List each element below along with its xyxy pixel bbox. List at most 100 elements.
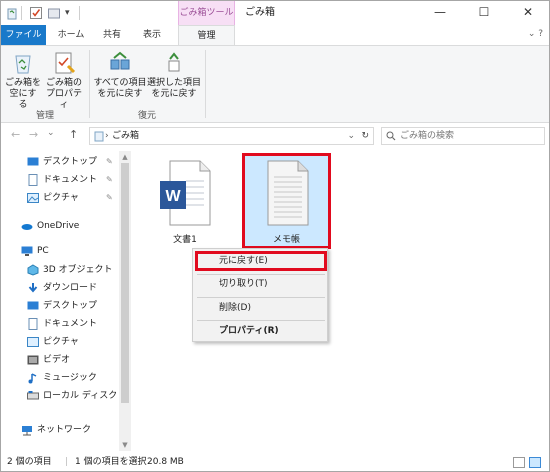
nav-pc-downloads[interactable]: ダウンロード [1, 279, 121, 297]
properties-icon [55, 52, 76, 74]
menu-item-cut[interactable]: 切り取り(T) [219, 277, 268, 291]
file-item-word[interactable]: W 文書1 [145, 157, 225, 245]
tab-share[interactable]: 共有 [95, 25, 129, 45]
svg-text:W: W [165, 188, 181, 205]
minimize-button[interactable]: — [419, 1, 461, 25]
customize-qa-icon[interactable]: ▾ [65, 6, 79, 20]
tab-home[interactable]: ホーム [51, 25, 91, 45]
nav-quick-documents[interactable]: ドキュメント ✎ [1, 171, 121, 189]
navigation-pane: デスクトップ ✎ ドキュメント ✎ ピクチャ ✎ OneDrive PC 3D … [1, 149, 133, 453]
nav-pc-music[interactable]: ミュージック [1, 369, 121, 387]
nav-pc-documents[interactable]: ドキュメント [1, 315, 121, 333]
properties-check-icon[interactable] [29, 6, 43, 20]
empty-bin-label-1: ごみ箱を [5, 78, 42, 88]
ribbon-separator-2 [205, 50, 206, 118]
documents-icon [28, 318, 38, 330]
nav-label: デスクトップ [43, 157, 98, 167]
nav-pc-videos[interactable]: ビデオ [1, 351, 121, 369]
scroll-thumb[interactable] [121, 163, 129, 403]
nav-onedrive[interactable]: OneDrive [1, 217, 121, 235]
scroll-down-arrow-icon[interactable]: ▼ [119, 439, 131, 451]
3d-objects-icon [27, 264, 39, 276]
maximize-button[interactable]: ☐ [463, 1, 505, 25]
explorer-window: ▾ ごみ箱ツール ごみ箱 — ☐ ✕ ファイル ホーム 共有 表示 管理 ⌄ ?… [0, 0, 550, 472]
empty-bin-button[interactable]: ごみ箱を 空にする [5, 50, 41, 111]
nav-label: PC [37, 246, 49, 256]
qa-divider [21, 6, 22, 20]
nav-label: デスクトップ [43, 301, 98, 311]
nav-quick-desktop[interactable]: デスクトップ ✎ [1, 153, 121, 171]
nav-pc-3d-objects[interactable]: 3D オブジェクト [1, 261, 121, 279]
pin-icon: ✎ [106, 175, 113, 184]
address-bar[interactable]: › ごみ箱 ⌄ ↻ [89, 127, 374, 145]
restore-selected-button[interactable]: 選択した項目 を元に戻す [147, 50, 201, 100]
new-folder-icon[interactable] [47, 6, 61, 20]
restore-all-button[interactable]: すべての項目 を元に戻す [93, 50, 147, 100]
nav-label: ダウンロード [43, 283, 98, 293]
documents-icon [28, 174, 38, 186]
restore-all-icon [110, 51, 130, 70]
ribbon-expand-help[interactable]: ⌄ ? [528, 29, 543, 39]
window-title: ごみ箱 [245, 7, 275, 18]
tab-manage[interactable]: 管理 [178, 25, 235, 46]
details-view-icon[interactable] [513, 457, 525, 468]
nav-label: OneDrive [37, 221, 80, 231]
large-icons-view-icon[interactable] [529, 457, 541, 468]
nav-label: 3D オブジェクト [43, 265, 113, 275]
file-item-memo[interactable]: メモ帳 [245, 157, 328, 245]
pictures-icon [27, 193, 39, 203]
qa-divider-2 [79, 6, 80, 20]
search-icon [386, 131, 396, 141]
restore-sel-label-1: 選択した項目 [147, 78, 202, 88]
recent-locations-button[interactable]: ⌄ [47, 128, 55, 138]
address-dropdown-icon[interactable]: ⌄ [347, 128, 355, 144]
nav-pc[interactable]: PC [1, 242, 121, 260]
forward-button[interactable]: → [29, 128, 38, 141]
nav-pc-desktop[interactable]: デスクトップ [1, 297, 121, 315]
path-separator-icon: › [105, 131, 109, 141]
downloads-icon [28, 283, 38, 293]
menu-item-properties[interactable]: プロパティ(R) [219, 324, 279, 338]
local-disk-icon [27, 391, 39, 400]
nav-scrollbar[interactable]: ▲ ▼ [119, 151, 131, 451]
back-button[interactable]: ← [11, 128, 20, 141]
close-button[interactable]: ✕ [507, 1, 549, 25]
recycle-bin-icon [15, 55, 31, 74]
onedrive-cloud-icon [21, 224, 33, 230]
up-button[interactable]: ↑ [69, 128, 78, 141]
network-icon [22, 426, 32, 436]
nav-pc-local-disk[interactable]: ローカル ディスク (C: [1, 387, 133, 405]
address-row: ← → ⌄ ↑ › ごみ箱 ⌄ ↻ ごみ箱の検索 [1, 123, 549, 149]
menu-item-delete[interactable]: 削除(D) [219, 301, 251, 315]
nav-label: ビデオ [43, 355, 71, 365]
tab-file[interactable]: ファイル [1, 25, 46, 45]
ribbon-separator [89, 50, 90, 118]
file-name: メモ帳 [272, 235, 300, 245]
text-document-icon [267, 160, 308, 226]
recycle-bin-small-icon [7, 8, 17, 20]
nav-network[interactable]: ネットワーク [1, 421, 121, 439]
nav-pc-pictures[interactable]: ピクチャ [1, 333, 121, 351]
restore-sel-label-2: を元に戻す [151, 89, 197, 99]
nav-label: ドキュメント [43, 175, 98, 185]
status-selected: 1 個の項目を選択 [75, 457, 147, 467]
search-box[interactable]: ごみ箱の検索 [381, 127, 545, 145]
scroll-up-arrow-icon[interactable]: ▲ [119, 151, 131, 163]
context-tab-label: ごみ箱ツール [178, 1, 235, 25]
refresh-icon[interactable]: ↻ [361, 128, 369, 144]
menu-separator [197, 320, 325, 321]
context-menu: 元に戻す(E) 切り取り(T) 削除(D) プロパティ(R) [192, 248, 328, 342]
bin-properties-button[interactable]: ごみ箱の プロパティ [43, 50, 85, 111]
desktop-icon [27, 157, 39, 166]
restore-selected-icon [168, 52, 180, 72]
address-path: ごみ箱 [112, 131, 140, 141]
status-size: 20.8 MB [147, 457, 184, 467]
nav-quick-pictures[interactable]: ピクチャ ✎ [1, 189, 121, 207]
tab-view[interactable]: 表示 [135, 25, 169, 45]
word-document-icon: W [160, 160, 211, 226]
desktop-icon [27, 301, 39, 310]
empty-bin-label-2: 空にする [9, 89, 37, 110]
pin-icon: ✎ [106, 193, 113, 202]
menu-item-restore[interactable]: 元に戻す(E) [219, 254, 268, 268]
pc-icon [21, 246, 33, 256]
